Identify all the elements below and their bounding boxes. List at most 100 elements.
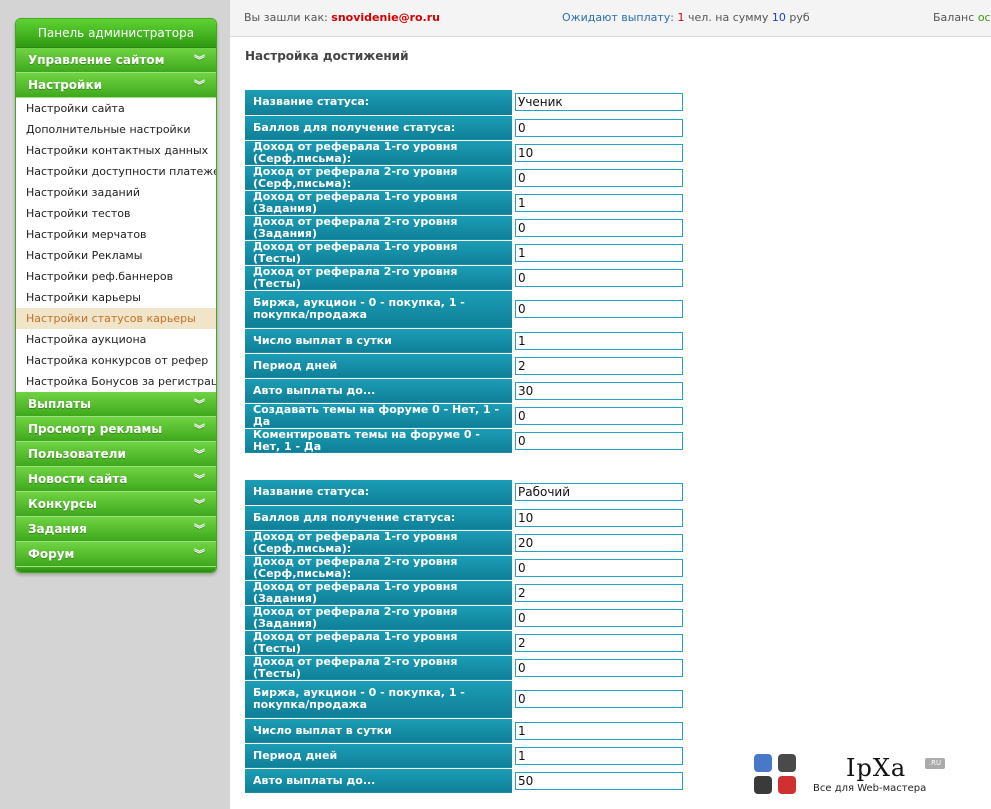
menu-settings[interactable]: Настройки ︾	[16, 73, 216, 98]
menu-top-0[interactable]: Управление сайтом ︾	[16, 48, 216, 73]
table-row: Доход от реферала 2-го уровня (Задания)	[245, 605, 695, 631]
field-input[interactable]	[515, 381, 683, 400]
field-input[interactable]	[515, 93, 683, 112]
field-input[interactable]	[515, 143, 683, 162]
sidebar-subitem[interactable]: Настройки доступности платежек	[16, 161, 216, 182]
page-title: Настройка достижений	[245, 49, 409, 63]
field-label: Биржа, аукцион - 0 - покупка, 1 - покупк…	[245, 290, 512, 329]
chevron-down-icon: ︾	[194, 523, 205, 536]
field-cell	[512, 505, 695, 531]
field-input[interactable]	[515, 508, 683, 527]
field-input[interactable]	[515, 583, 683, 602]
field-input[interactable]	[515, 746, 683, 765]
menu-bottom-3[interactable]: Новости сайта ︾	[16, 467, 216, 492]
menu-bottom-0[interactable]: Выплаты ︾	[16, 392, 216, 417]
sidebar-subitem[interactable]: Настройка Бонусов за регистраци	[16, 371, 216, 392]
chevron-down-icon: ︾	[194, 398, 205, 411]
field-input[interactable]	[515, 771, 683, 790]
top-status-bar: Вы зашли как: snovidenie@ro.ru Ожидают в…	[230, 0, 991, 37]
table-row: Доход от реферала 1-го уровня (Тесты)	[245, 240, 695, 266]
field-input[interactable]	[515, 300, 683, 318]
field-label: Период дней	[245, 353, 512, 379]
field-cell	[512, 655, 695, 681]
field-cell	[512, 215, 695, 241]
menu-bottom-5[interactable]: Задания ︾	[16, 517, 216, 542]
field-cell	[512, 140, 695, 166]
table-row: Доход от реферала 2-го уровня (Тесты)	[245, 655, 695, 681]
sidebar-subitem[interactable]: Настройки статусов карьеры	[16, 308, 216, 329]
field-label: Период дней	[245, 743, 512, 769]
balance-value[interactable]: осно	[978, 11, 991, 24]
sidebar-subitem[interactable]: Настройка аукциона	[16, 329, 216, 350]
field-label: Баллов для получение статуса:	[245, 505, 512, 531]
menu-label: Пользователи	[28, 447, 126, 461]
chevron-down-icon: ︾	[194, 448, 205, 461]
sidebar-subitem[interactable]: Настройки реф.баннеров	[16, 266, 216, 287]
sidebar-subitem[interactable]: Настройки сайта	[16, 98, 216, 119]
field-input[interactable]	[515, 633, 683, 652]
sidebar-subitem[interactable]: Настройки контактных данных	[16, 140, 216, 161]
status-settings-table: Название статуса:Баллов для получение ст…	[245, 90, 695, 454]
menu-label: Форум	[28, 547, 75, 561]
logged-in-user: Вы зашли как: snovidenie@ro.ru	[244, 11, 440, 24]
menu-bottom-1[interactable]: Просмотр рекламы ︾	[16, 417, 216, 442]
field-input[interactable]	[515, 118, 683, 137]
sidebar-subitem[interactable]: Настройки мерчатов	[16, 224, 216, 245]
sidebar-subitem[interactable]: Настройки тестов	[16, 203, 216, 224]
watermark-badge: .RU	[925, 758, 945, 769]
table-row: Число выплат в сутки	[245, 328, 695, 354]
logo-square-icon	[778, 776, 796, 794]
menu-bottom-2[interactable]: Пользователи ︾	[16, 442, 216, 467]
field-label: Доход от реферала 2-го уровня (Тесты)	[245, 655, 512, 681]
sidebar-footer	[16, 567, 216, 572]
field-input[interactable]	[515, 558, 683, 577]
field-input[interactable]	[515, 721, 683, 740]
field-label: Доход от реферала 2-го уровня (Серф,пись…	[245, 555, 512, 581]
sidebar-subitem[interactable]: Настройки заданий	[16, 182, 216, 203]
field-label: Название статуса:	[245, 90, 512, 116]
field-input[interactable]	[515, 431, 683, 450]
field-cell	[512, 428, 695, 454]
field-input[interactable]	[515, 268, 683, 287]
sidebar-subitem[interactable]: Дополнительные настройки	[16, 119, 216, 140]
user-email[interactable]: snovidenie@ro.ru	[331, 11, 440, 24]
field-input[interactable]	[515, 406, 683, 425]
table-row: Доход от реферала 2-го уровня (Серф,пись…	[245, 165, 695, 191]
field-input[interactable]	[515, 690, 683, 708]
menu-label: Просмотр рекламы	[28, 422, 163, 436]
main-content: Настройка достижений Название статуса:Ба…	[230, 37, 991, 809]
table-row: Биржа, аукцион - 0 - покупка, 1 - покупк…	[245, 680, 695, 719]
field-cell	[512, 353, 695, 379]
menu-bottom-4[interactable]: Конкурсы ︾	[16, 492, 216, 517]
field-label: Доход от реферала 2-го уровня (Задания)	[245, 215, 512, 241]
field-input[interactable]	[515, 608, 683, 627]
field-input[interactable]	[515, 533, 683, 552]
sidebar-subitem[interactable]: Настройки карьеры	[16, 287, 216, 308]
field-cell	[512, 90, 695, 116]
field-input[interactable]	[515, 483, 683, 502]
field-label: Доход от реферала 1-го уровня (Серф,пись…	[245, 530, 512, 556]
menu-label: Выплаты	[28, 397, 91, 411]
sidebar-subitem[interactable]: Настройка конкурсов от рефер	[16, 350, 216, 371]
field-label: Число выплат в сутки	[245, 718, 512, 744]
field-label: Доход от реферала 2-го уровня (Тесты)	[245, 265, 512, 291]
field-input[interactable]	[515, 658, 683, 677]
sidebar-subitem[interactable]: Настройки Рекламы	[16, 245, 216, 266]
field-input[interactable]	[515, 331, 683, 350]
table-row: Название статуса:	[245, 90, 695, 116]
pending-sum: 10	[771, 11, 786, 24]
sidebar-title: Панель администратора	[16, 19, 216, 48]
menu-label: Управление сайтом	[28, 53, 165, 67]
field-input[interactable]	[515, 356, 683, 375]
pending-payouts[interactable]: Ожидают выплату: 1 чел. на сумму 10 руб	[562, 11, 810, 24]
field-input[interactable]	[515, 168, 683, 187]
field-cell	[512, 403, 695, 429]
field-cell	[512, 605, 695, 631]
table-row: Период дней	[245, 353, 695, 379]
chevron-down-icon: ︾	[194, 79, 205, 92]
field-input[interactable]	[515, 218, 683, 237]
field-input[interactable]	[515, 193, 683, 212]
field-input[interactable]	[515, 243, 683, 262]
menu-bottom-6[interactable]: Форум ︾	[16, 542, 216, 567]
chevron-down-icon: ︾	[194, 423, 205, 436]
